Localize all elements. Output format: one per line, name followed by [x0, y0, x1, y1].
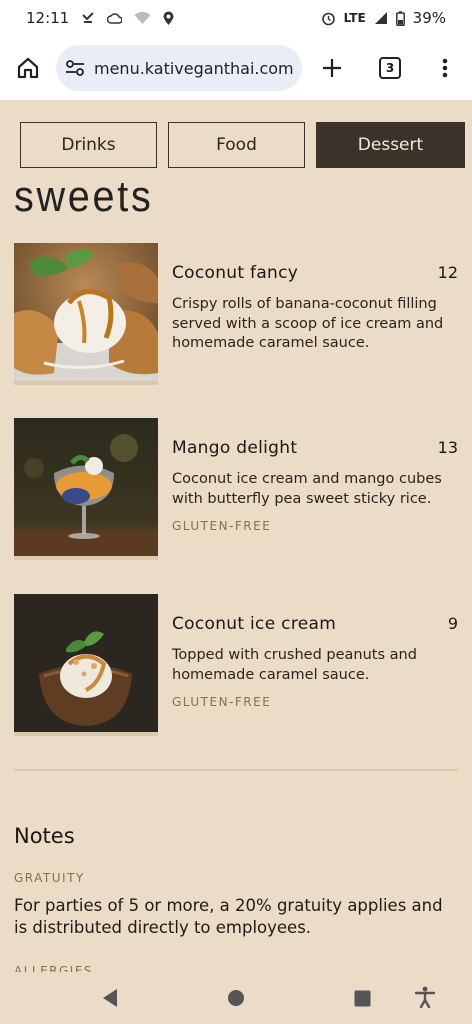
status-bar: 12:11 LTE 39%	[0, 0, 472, 36]
item-description: Topped with crushed peanuts and homemade…	[172, 647, 417, 683]
wifi-icon	[134, 11, 151, 25]
item-text: Mango delight 13 Coconut ice cream and m…	[172, 438, 458, 533]
menu-item[interactable]: Coconut fancy 12 Crispy rolls of banana-…	[14, 243, 458, 389]
tab-switcher-button[interactable]: 3	[362, 57, 418, 79]
item-text: Coconut fancy 12 Crispy rolls of banana-…	[172, 263, 458, 354]
system-nav-bar	[0, 972, 472, 1024]
tab-drinks[interactable]: Drinks	[20, 122, 157, 168]
recents-button[interactable]	[350, 986, 374, 1010]
back-triangle-icon	[103, 989, 117, 1007]
item-price: 12	[437, 263, 458, 282]
tab-count: 3	[379, 57, 401, 79]
gratuity-text: For parties of 5 or more, a 20% gratuity…	[14, 896, 443, 937]
gratuity-label: GRATUITY	[14, 871, 85, 885]
item-name: Coconut ice cream	[172, 614, 337, 634]
battery-level: 39%	[412, 9, 446, 27]
url-text: menu.kativeganthai.com	[94, 58, 294, 78]
missed-call-icon	[81, 11, 95, 25]
home-circle-icon	[228, 990, 244, 1006]
more-vert-icon	[442, 58, 448, 78]
item-description: Coconut ice cream and mango cubes with b…	[172, 471, 442, 507]
alarm-icon	[321, 11, 336, 26]
tune-icon[interactable]	[64, 57, 86, 79]
recents-square-icon	[354, 990, 370, 1006]
item-photo-coconut-ice-cream	[14, 594, 158, 736]
home-nav-button[interactable]	[224, 986, 248, 1010]
dietary-tag: GLUTEN-FREE	[172, 695, 272, 709]
cloud-icon	[107, 12, 123, 24]
back-button[interactable]	[98, 986, 122, 1010]
item-price: 9	[447, 614, 458, 633]
status-time: 12:11	[26, 9, 70, 27]
signal-icon	[374, 11, 388, 25]
new-tab-button[interactable]	[302, 58, 362, 78]
accessibility-button[interactable]	[412, 984, 438, 1010]
section-title: sweets	[14, 172, 154, 221]
menu-item[interactable]: Mango delight 13 Coconut ice cream and m…	[14, 418, 458, 564]
item-photo-coconut-fancy	[14, 243, 158, 385]
tab-dessert[interactable]: Dessert	[316, 122, 465, 168]
notes-title: Notes	[14, 824, 75, 848]
item-name: Mango delight	[172, 438, 298, 458]
item-photo-mango-delight	[14, 418, 158, 560]
item-price: 13	[437, 438, 458, 457]
tab-food[interactable]: Food	[168, 122, 305, 168]
accessibility-icon	[415, 986, 435, 1008]
dietary-tag: GLUTEN-FREE	[172, 519, 272, 533]
item-text: Coconut ice cream 9 Topped with crushed …	[172, 614, 458, 709]
more-menu-button[interactable]	[418, 58, 472, 78]
home-button[interactable]	[0, 36, 56, 100]
category-tabs: Drinks Food Dessert	[20, 122, 465, 168]
network-type: LTE	[343, 11, 366, 25]
browser-toolbar: menu.kativeganthai.com 3	[0, 36, 472, 100]
item-description: Crispy rolls of banana-coconut filling s…	[172, 296, 444, 351]
home-icon	[17, 57, 39, 79]
section-divider	[14, 769, 458, 771]
item-name: Coconut fancy	[172, 263, 299, 283]
address-bar[interactable]: menu.kativeganthai.com	[56, 45, 302, 91]
menu-item[interactable]: Coconut ice cream 9 Topped with crushed …	[14, 594, 458, 740]
battery-icon	[395, 10, 405, 26]
menu-page: Drinks Food Dessert sweets Coconut fancy…	[0, 100, 472, 972]
plus-icon	[323, 59, 341, 77]
allergies-label: ALLERGIES	[14, 964, 94, 972]
location-icon	[163, 11, 174, 26]
